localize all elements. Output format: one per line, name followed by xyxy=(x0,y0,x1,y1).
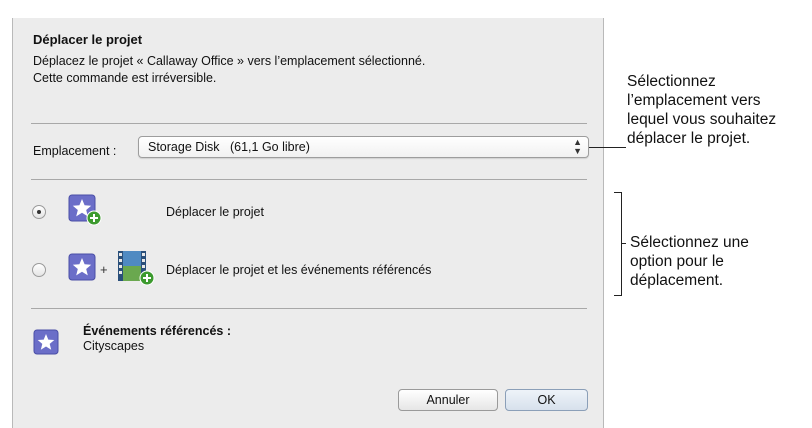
location-select-value: Storage Disk (61,1 Go libre) xyxy=(148,140,310,154)
referenced-event-item: Cityscapes xyxy=(83,339,145,353)
callout-location: Sélectionnez l’emplacement vers lequel v… xyxy=(627,72,776,148)
cancel-button[interactable]: Annuler xyxy=(398,389,498,411)
option-label-move-project: Déplacer le projet xyxy=(166,205,264,219)
project-add-icon xyxy=(68,194,102,226)
dialog-description-line2: Cette commande est irréversible. xyxy=(33,71,217,85)
star-icon xyxy=(68,253,96,281)
callout-location-line1: Sélectionnez xyxy=(627,73,716,90)
separator xyxy=(31,123,587,124)
plus-sign: + xyxy=(100,262,108,277)
separator xyxy=(31,308,587,309)
radio-move-project[interactable] xyxy=(32,205,46,219)
ok-button[interactable]: OK xyxy=(505,389,588,411)
callout-option-line2: option pour le xyxy=(630,253,724,270)
separator xyxy=(31,179,587,180)
film-icon xyxy=(118,251,155,286)
callout-location-line4: déplacer le projet. xyxy=(627,130,751,147)
callout-leader-line xyxy=(589,147,626,148)
callout-option-line3: déplacement. xyxy=(630,272,724,289)
callout-location-line2: l’emplacement vers xyxy=(627,92,761,109)
bracket-bottom xyxy=(614,295,622,296)
referenced-events-title: Événements référencés : xyxy=(83,324,231,338)
move-project-dialog: Déplacer le projet Déplacez le projet « … xyxy=(12,18,604,428)
location-select[interactable]: Storage Disk (61,1 Go libre) ▲ ▼ xyxy=(138,136,589,158)
radio-move-project-and-events[interactable] xyxy=(32,263,46,277)
bracket-vertical xyxy=(621,192,622,296)
radio-selected-dot xyxy=(37,210,41,214)
select-arrows-icon: ▲ ▼ xyxy=(573,137,582,156)
star-icon xyxy=(33,329,59,355)
dialog-title: Déplacer le projet xyxy=(33,32,143,47)
callout-option: Sélectionnez une option pour le déplacem… xyxy=(630,233,749,290)
callout-option-line1: Sélectionnez une xyxy=(630,234,749,251)
bracket-tick xyxy=(621,243,626,244)
callout-location-line3: lequel vous souhaitez xyxy=(627,111,777,128)
location-label: Emplacement : xyxy=(33,144,117,158)
option-label-move-project-and-events: Déplacer le projet et les événements réf… xyxy=(166,263,432,277)
dialog-description-line1: Déplacez le projet « Callaway Office » v… xyxy=(33,54,426,68)
